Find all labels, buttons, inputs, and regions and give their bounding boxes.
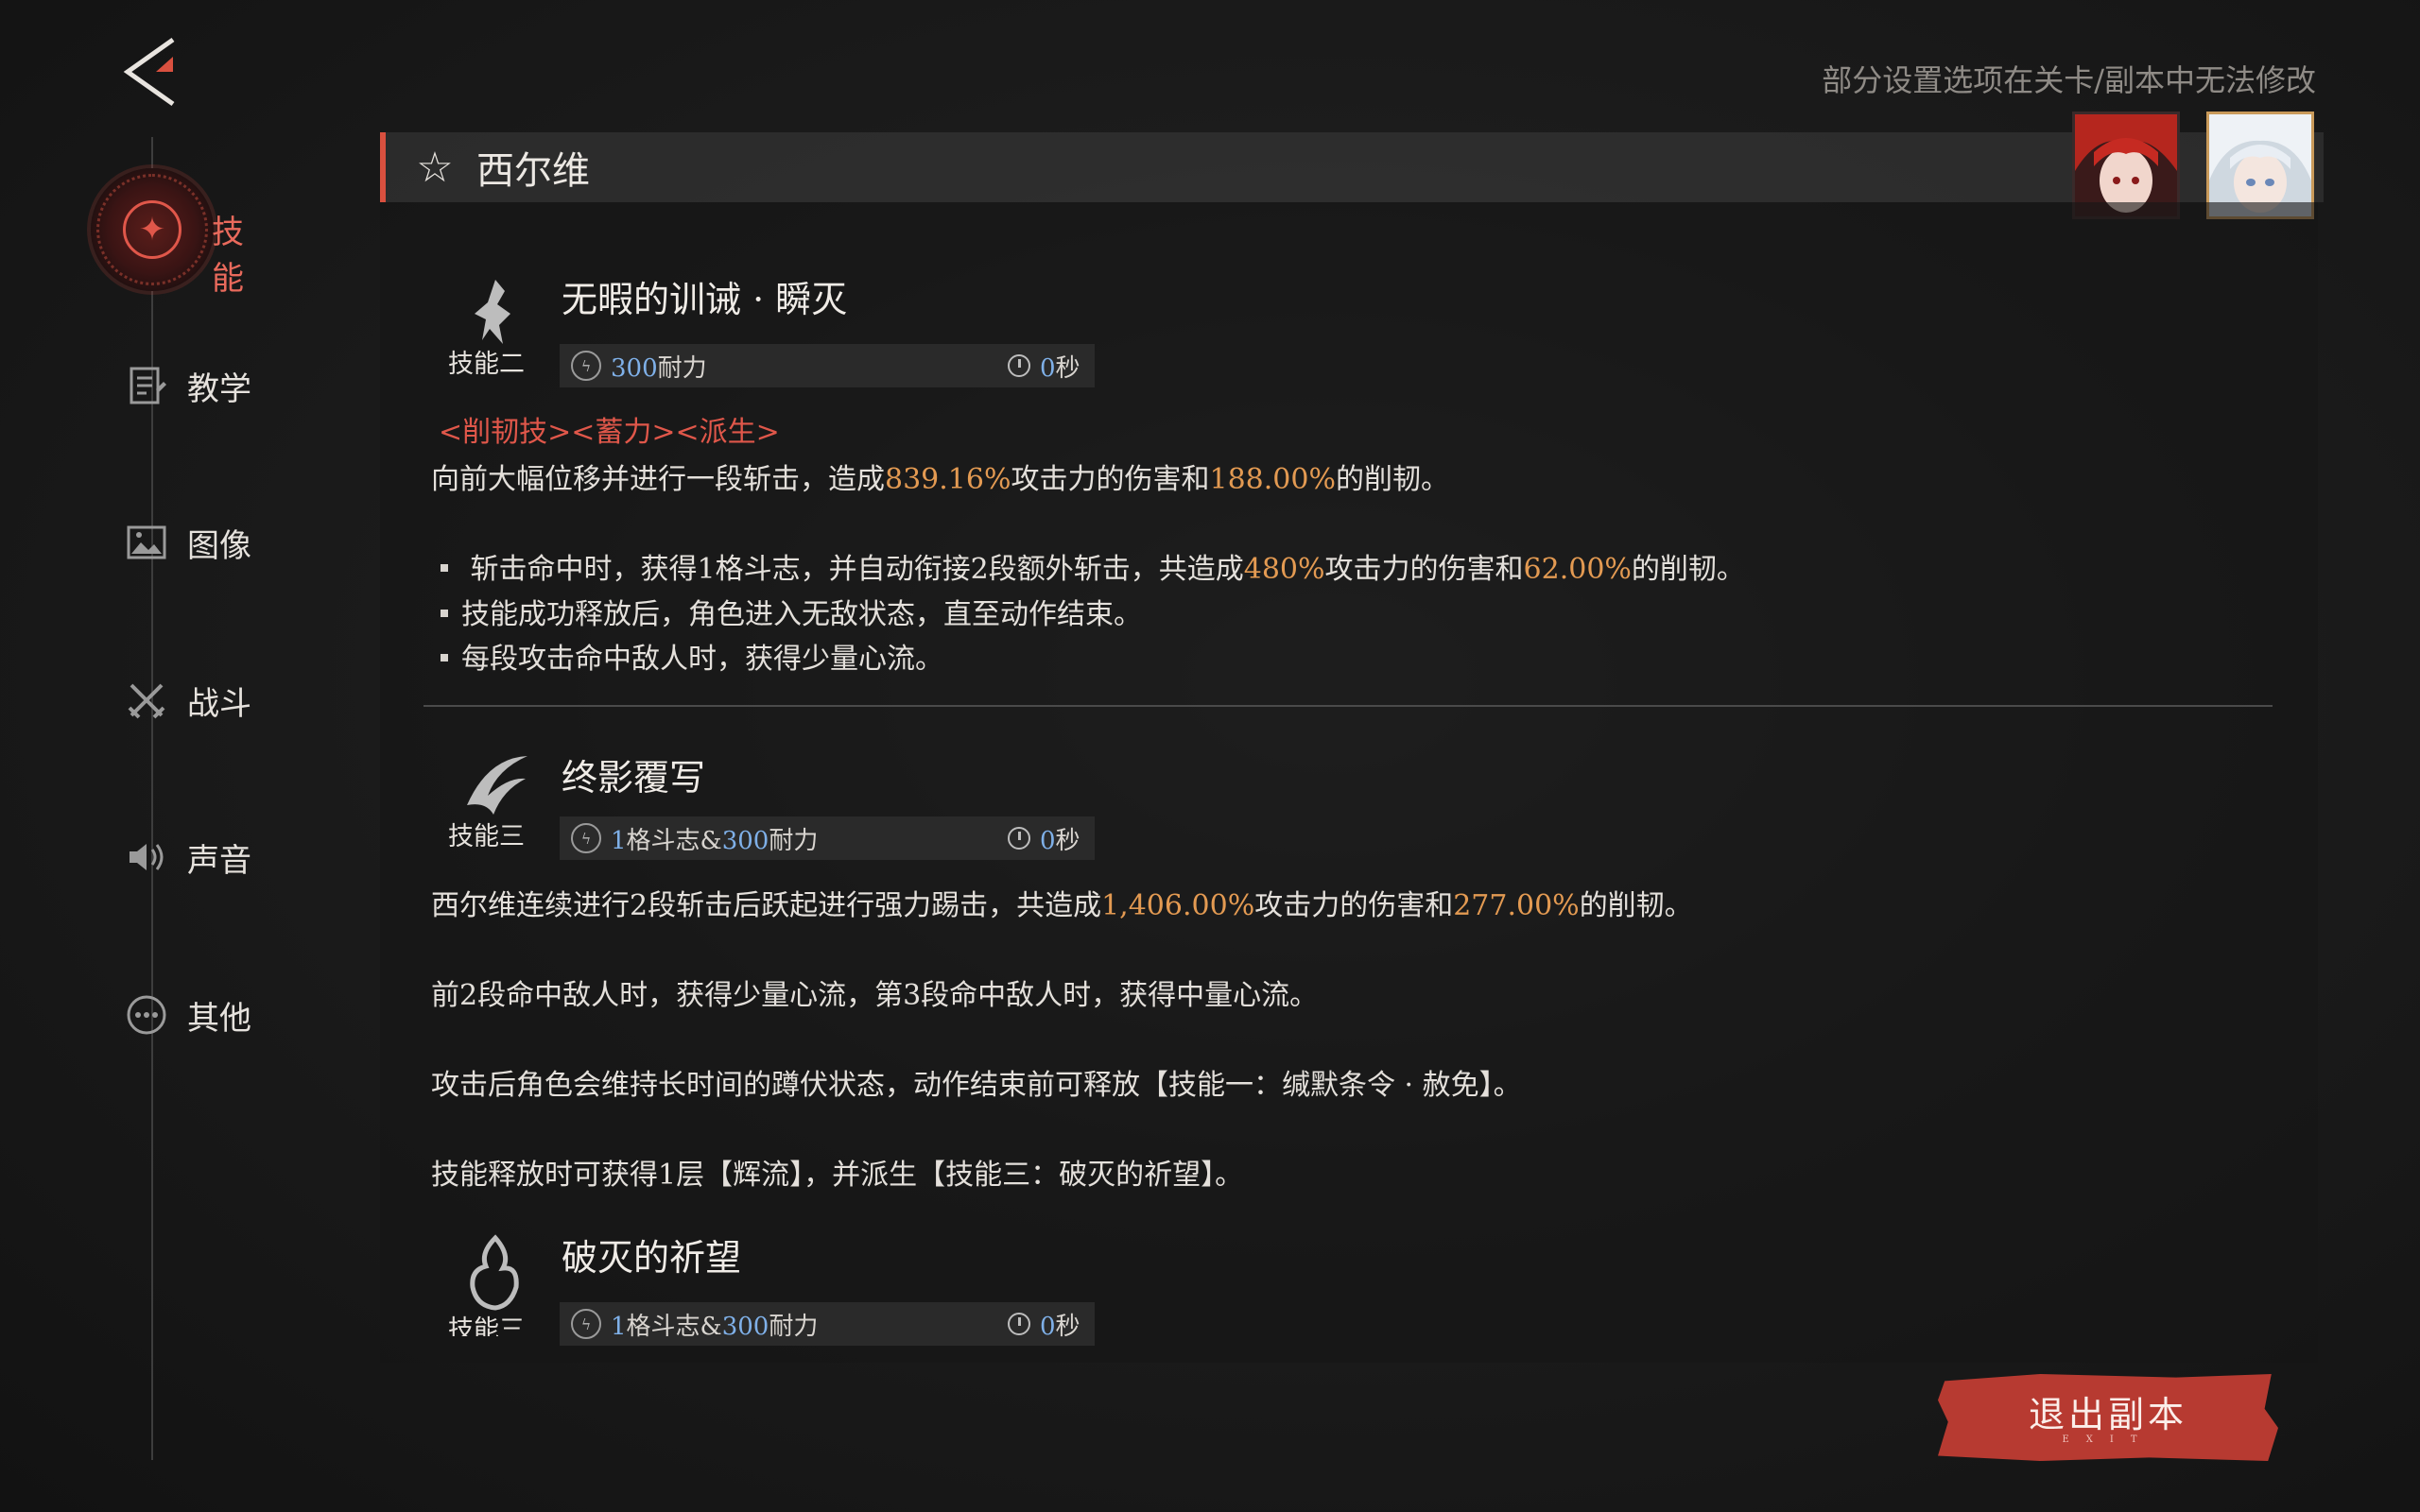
- skill-three-derived-icon: 技能三: [446, 1234, 541, 1336]
- nav-item-combat-label: 战斗: [187, 684, 251, 723]
- star-icon: ✦: [123, 200, 182, 259]
- blade-emblem-icon: [475, 280, 510, 344]
- skill-cooldown: 0秒: [1040, 353, 1080, 383]
- skill-three-icon: 技能三: [446, 748, 541, 852]
- skill-cost: 1格斗志&300耐力: [611, 826, 819, 855]
- nav-divider-line: [151, 137, 153, 1460]
- back-arrow-icon: [123, 37, 175, 107]
- skill-tags: <削韧技><蓄力><派生>: [439, 416, 780, 449]
- skill-slot-label: 技能二: [448, 350, 525, 379]
- skill-cost-bar: ϟ 300耐力 0秒: [560, 344, 1095, 387]
- document-icon: [123, 362, 170, 409]
- speaker-icon: [123, 833, 170, 881]
- more-dots-icon: [123, 991, 170, 1039]
- skill-slot-label: 技能三: [448, 822, 525, 851]
- flame-emblem-icon: [470, 1234, 519, 1311]
- skill-description: 西尔维连续进行2段斩击后跃起进行强力踢击，共造成1,406.00%攻击力的伤害和…: [431, 889, 1693, 922]
- nav-item-tutorial-label: 教学: [187, 369, 251, 408]
- skill-two-icon: 技能二: [446, 276, 541, 380]
- skill-name: 无暇的训诫 · 瞬灭: [562, 279, 848, 320]
- nav-item-graphics-label: 图像: [187, 526, 251, 565]
- nav-item-sound-label: 声音: [187, 841, 251, 880]
- back-button[interactable]: [118, 34, 184, 110]
- nav-item-skills[interactable]: ✦ 技能: [91, 168, 244, 298]
- exit-button-sublabel: EXIT: [2062, 1435, 2154, 1445]
- slash-emblem-icon: [467, 756, 527, 815]
- nav-item-graphics[interactable]: 图像: [123, 514, 251, 571]
- skill-slot-label: 技能三: [448, 1315, 525, 1336]
- clock-icon: [1008, 354, 1030, 377]
- character-name: 西尔维: [476, 149, 590, 193]
- skill-cost-bar: ϟ 1格斗志&300耐力 0秒: [560, 816, 1095, 860]
- skill-detail-line: 技能释放时可获得1层【辉流】，并派生【技能三：破灭的祈望】。: [431, 1159, 1244, 1192]
- skill-name: 终影覆写: [562, 757, 706, 799]
- lightning-icon: ϟ: [571, 351, 601, 381]
- lightning-icon: ϟ: [571, 823, 601, 853]
- character-header: ☆ 西尔维: [380, 132, 2324, 202]
- crossed-swords-icon: [123, 677, 170, 724]
- skill-bullet: 每段攻击命中敌人时，获得少量心流。: [441, 635, 943, 677]
- skill-bullet: 技能成功释放后，角色进入无敌状态，直至动作结束。: [441, 591, 1142, 632]
- nav-item-other[interactable]: 其他: [123, 987, 251, 1043]
- settings-hint-text: 部分设置选项在关卡/副本中无法修改: [1822, 62, 2316, 98]
- clock-icon: [1008, 827, 1030, 850]
- skill-cost: 300耐力: [611, 353, 707, 383]
- skill-cost: 1格斗志&300耐力: [611, 1312, 819, 1341]
- skill-cost-bar: ϟ 1格斗志&300耐力 0秒: [560, 1302, 1095, 1346]
- nav-item-tutorial[interactable]: 教学: [123, 357, 251, 414]
- nav-item-sound[interactable]: 声音: [123, 829, 251, 885]
- skill-description: 向前大幅位移并进行一段斩击，造成839.16%攻击力的伤害和188.00%的削韧…: [431, 463, 1449, 496]
- exit-button-label: 退出副本: [2028, 1394, 2187, 1435]
- skill-cooldown: 0秒: [1040, 826, 1080, 855]
- skill-name: 破灭的祈望: [562, 1237, 742, 1279]
- skill-detail-line: 攻击后角色会维持长时间的蹲伏状态，动作结束前可释放【技能一：缄默条令 · 赦免】…: [431, 1069, 1522, 1102]
- clock-icon: [1008, 1313, 1030, 1335]
- skill-detail-line: 前2段命中敌人时，获得少量心流，第3段命中敌人时，获得中量心流。: [431, 979, 1319, 1012]
- lightning-icon: ϟ: [571, 1309, 601, 1339]
- star-outline-icon: ☆: [416, 143, 454, 192]
- skill-cooldown: 0秒: [1040, 1312, 1080, 1341]
- skills-emblem: ✦: [91, 168, 214, 291]
- nav-item-other-label: 其他: [187, 999, 251, 1038]
- nav-item-skills-label: 技能: [212, 214, 244, 298]
- skill-bullet: 斩击命中时，获得1格斗志，并自动衔接2段额外斩击，共造成480%攻击力的伤害和6…: [441, 545, 1745, 587]
- section-divider: [424, 705, 2273, 707]
- image-icon: [123, 519, 170, 566]
- exit-dungeon-button[interactable]: 退出副本 EXIT: [1938, 1374, 2278, 1461]
- nav-item-combat[interactable]: 战斗: [123, 672, 251, 729]
